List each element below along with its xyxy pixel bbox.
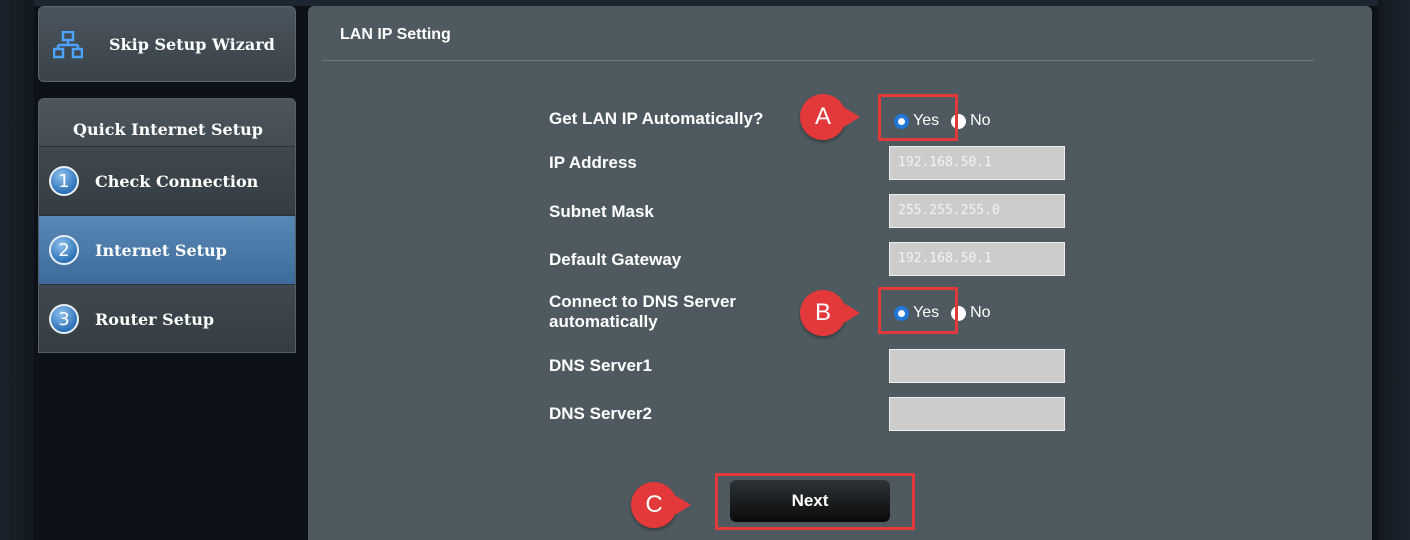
page-frame-right (1378, 0, 1410, 540)
lan-ip-setting-panel: LAN IP Setting Get LAN IP Automatically?… (308, 6, 1372, 540)
ip-address-label: IP Address (549, 153, 637, 172)
get-lan-ip-label: Get LAN IP Automatically? (549, 109, 764, 128)
default-gateway-label: Default Gateway (549, 250, 682, 269)
step-label: Router Setup (95, 310, 215, 329)
default-gateway-input[interactable]: 192.168.50.1 (889, 242, 1065, 276)
step-number-icon: 3 (49, 304, 79, 334)
dns-auto-label-line2: automatically (549, 312, 658, 331)
step-check-connection[interactable]: 1 Check Connection (39, 146, 295, 215)
step-internet-setup[interactable]: 2 Internet Setup (39, 215, 295, 284)
dns-server2-label: DNS Server2 (549, 404, 653, 423)
skip-setup-wizard-button[interactable]: Skip Setup Wizard (38, 6, 296, 82)
step-label: Internet Setup (95, 241, 227, 260)
dns-server1-input[interactable] (889, 349, 1065, 383)
ip-address-input[interactable]: 192.168.50.1 (889, 146, 1065, 180)
callout-a-badge: A (800, 94, 860, 140)
annotation-highlight-b (878, 287, 958, 334)
network-icon (53, 31, 83, 59)
dns-auto-label: Connect to DNS Server automatically (549, 292, 736, 332)
page-title: LAN IP Setting (340, 26, 451, 43)
step-number-icon: 1 (49, 166, 79, 196)
annotation-highlight-a (878, 94, 958, 141)
callout-b-badge: B (800, 290, 860, 336)
quick-internet-setup-panel: Quick Internet Setup 1 Check Connection … (38, 98, 296, 353)
subnet-mask-input[interactable]: 255.255.255.0 (889, 194, 1065, 228)
quick-internet-setup-title: Quick Internet Setup (39, 99, 295, 147)
get-lan-ip-no-label: No (970, 112, 991, 129)
callout-c-badge: C (631, 482, 691, 528)
step-label: Check Connection (95, 172, 259, 191)
dns-auto-no-label: No (970, 304, 991, 321)
dns-auto-label-line1: Connect to DNS Server (549, 292, 737, 311)
step-number-icon: 2 (49, 235, 79, 265)
title-divider (322, 60, 1314, 61)
step-router-setup[interactable]: 3 Router Setup (39, 284, 295, 352)
next-button[interactable]: Next (730, 480, 890, 522)
dns-server2-input[interactable] (889, 397, 1065, 431)
page-frame-left (0, 0, 34, 540)
subnet-mask-label: Subnet Mask (549, 202, 654, 221)
dns-server1-label: DNS Server1 (549, 356, 653, 375)
skip-setup-wizard-label: Skip Setup Wizard (109, 35, 275, 54)
